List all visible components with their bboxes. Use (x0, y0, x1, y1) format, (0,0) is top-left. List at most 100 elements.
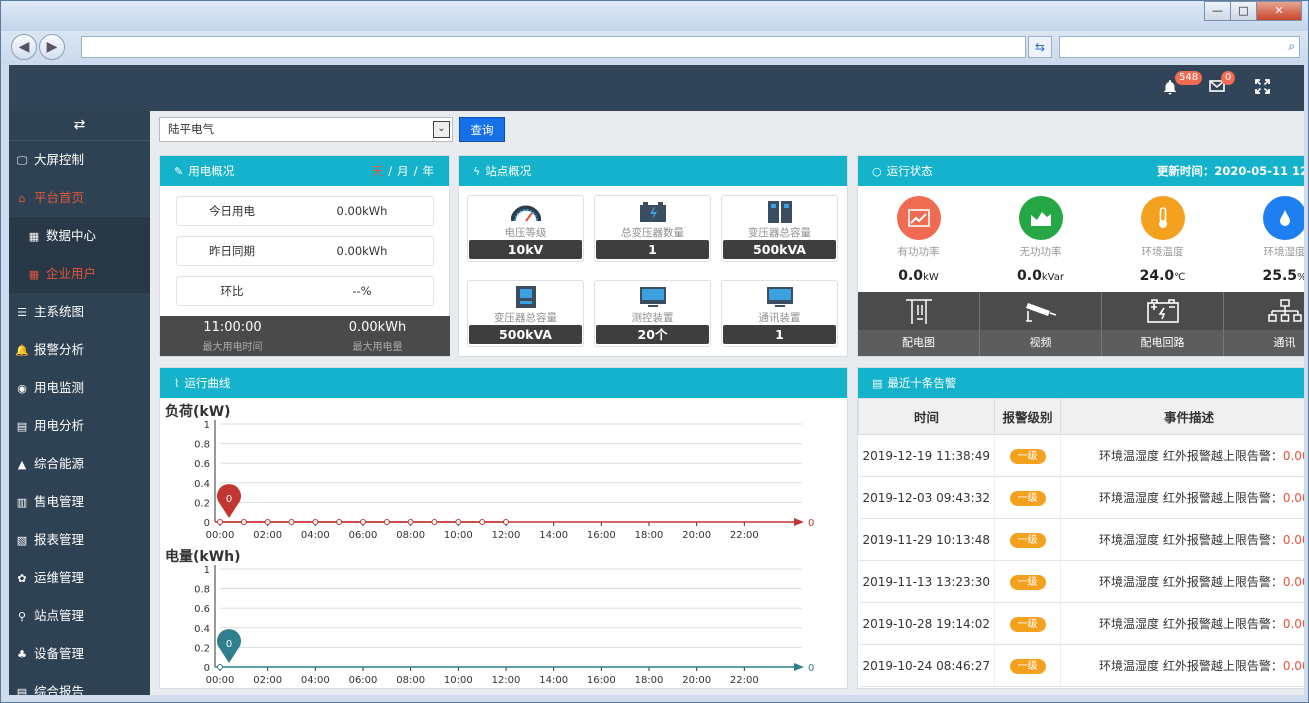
sidebar-item-sales[interactable]: ▥ 售电管理 (9, 483, 150, 521)
sidebar-item-power-monitor[interactable]: ◉ 用电监测 (9, 369, 150, 407)
max-marker-label: 0 (226, 494, 232, 505)
alarm-panel: ▤ 最近十条告警 时间 报警级别 事件描述 2019-12-19 11:38:49… (857, 367, 1304, 689)
sidebar-item-data-center[interactable]: ▦ 数据中心 (9, 217, 150, 255)
alarm-time: 2019-10-28 19:14:02 (858, 602, 995, 645)
table-row[interactable]: 2019-10-24 08:46:27 一级 环境温湿度 红外报警越上限告警：0.0… (858, 644, 1304, 687)
x-tick-label: 22:00 (730, 530, 759, 541)
cabinet-icon (722, 199, 837, 224)
alarm-level: 一级 (994, 518, 1061, 561)
gear-icon: ✿ (17, 572, 27, 585)
usage-row-yesterday: 昨日同期 0.00kWh (176, 236, 434, 266)
x-tick-label: 02:00 (253, 530, 282, 541)
table-row[interactable]: 2019-10-28 19:14:02 一级 环境温湿度 红外报警越上限告警：0.0… (858, 602, 1304, 645)
sidebar-item-label: 报警分析 (34, 342, 85, 357)
sidebar-item-sites[interactable]: ⚲ 站点管理 (9, 597, 150, 635)
grid-icon: ▦ (28, 268, 40, 281)
curve-chart: 负荷(kW) 0 0.2 0.4 0.6 0.8 1 00:00 02:00 04:00 06:00… (165, 403, 814, 686)
axis-arrow (794, 663, 804, 671)
max-usage-value: 0.00kWh (348, 320, 407, 335)
data-point (479, 519, 486, 525)
close-button[interactable]: ✕ (1256, 1, 1302, 21)
forward-icon: ▶ (46, 39, 58, 55)
sidebar-item-power-analysis[interactable]: ▤ 用电分析 (9, 407, 150, 445)
usage-row-label: 环比 (220, 284, 244, 298)
x-tick-label: 00:00 (206, 675, 235, 686)
data-point (312, 519, 319, 525)
minimize-button[interactable]: — (1204, 1, 1231, 21)
table-row[interactable]: 2019-12-19 11:38:49 一级 环境温湿度 红外报警越上限告警：0.0… (858, 434, 1304, 477)
flask-icon: ▲ (17, 458, 27, 471)
power-pole-icon (858, 292, 979, 330)
sidebar-item-enterprise-users[interactable]: ▦ 企业用户 (9, 255, 150, 293)
search-icon[interactable]: ⌕ (1288, 39, 1295, 54)
site-item-value: 10kV (469, 240, 582, 259)
x-tick-label: 22:00 (730, 675, 759, 686)
communication-button[interactable]: 通讯 (1224, 292, 1304, 356)
eye-icon: ◉ (17, 382, 27, 395)
site-item-value: 500kVA (723, 240, 836, 259)
data-point (431, 519, 438, 525)
distribution-diagram-button[interactable]: 配电图 (858, 292, 980, 356)
query-button[interactable]: 查询 (459, 117, 505, 142)
tab-year[interactable]: 年 (423, 164, 435, 178)
table-row[interactable]: 2019-11-29 10:13:48 一级 环境温湿度 红外报警越上限告警：0.0… (858, 518, 1304, 561)
back-button[interactable]: ◀ (11, 34, 37, 60)
refresh-button[interactable]: ⇆ (1028, 36, 1052, 58)
x-tick-label: 08:00 (396, 675, 425, 686)
site-item-control-devices: 测控装置 20个 (594, 280, 711, 347)
table-row[interactable]: 2019-11-13 13:23:30 一级 环境温湿度 红外报警越上限告警：0.0… (858, 560, 1304, 603)
run-item-humidity: 环境湿度 25.5% (1232, 196, 1304, 284)
site-item-label: 总变压器数量 (621, 227, 684, 239)
fullscreen-icon[interactable] (1255, 79, 1270, 98)
site-item-comm-devices: 通讯装置 1 (721, 280, 838, 347)
trend-icon (896, 196, 941, 240)
alarm-level: 一级 (994, 560, 1061, 603)
forward-button[interactable]: ▶ (39, 34, 65, 60)
site-item-label: 变压器总容量 (494, 312, 557, 324)
data-point (407, 519, 414, 525)
browser-search-input[interactable]: ⌕ (1059, 36, 1300, 58)
sidebar-item-reports[interactable]: ▧ 报表管理 (9, 521, 150, 559)
line-chart-icon: ⌇ (174, 377, 180, 390)
run-item-reactive-power: 无功功率 0.0kVar (988, 196, 1093, 284)
alarm-time: 2019-11-13 13:23:30 (858, 560, 995, 603)
company-select[interactable]: 陆平电气 ⌄ (159, 117, 453, 142)
run-item-value: 0.0kW (898, 268, 939, 284)
data-point (217, 519, 223, 525)
data-point (264, 519, 271, 525)
sidebar-item-alarm-analysis[interactable]: 🔔 报警分析 (9, 331, 150, 369)
video-button[interactable]: 视频 (980, 292, 1102, 356)
maximize-button[interactable]: □ (1230, 1, 1257, 21)
x-tick-label: 20:00 (682, 530, 711, 541)
x-tick-label: 04:00 (301, 530, 330, 541)
site-panel: ϟ 站点概况 电压等级 10kV 总变压器数量 1 变压器总容量 500kVA (458, 155, 848, 357)
sidebar-item-label: 用电监测 (34, 380, 85, 395)
tab-month[interactable]: 月 (397, 164, 409, 178)
sidebar-item-screen-control[interactable]: 🖵 大屏控制 (9, 141, 150, 179)
data-point (288, 519, 295, 525)
sidebar-item-energy[interactable]: ▲ 综合能源 (9, 445, 150, 483)
sidebar-item-reports-summary[interactable]: ▤ 综合报告 (9, 673, 150, 695)
data-point (383, 519, 390, 525)
alarm-description: 环境温湿度 红外报警越上限告警：0.00 (1060, 560, 1304, 603)
chevron-down-icon[interactable]: ⌄ (433, 121, 450, 138)
table-row[interactable]: 2019-12-03 09:43:32 一级 环境温湿度 红外报警越上限告警：0.0… (858, 476, 1304, 519)
distribution-circuit-button[interactable]: 配电回路 (1102, 292, 1224, 356)
alarm-value: 0.00 (1282, 533, 1304, 547)
sidebar-item-devices[interactable]: ♣ 设备管理 (9, 635, 150, 673)
tab-day[interactable]: 天 (372, 164, 384, 178)
x-tick-label: 02:00 (253, 675, 282, 686)
alarm-value: 0.00 (1282, 575, 1304, 589)
sidebar-item-maintenance[interactable]: ✿ 运维管理 (9, 559, 150, 597)
x-tick-label: 08:00 (396, 530, 425, 541)
address-bar[interactable] (81, 36, 1026, 58)
sidebar-item-main-diagram[interactable]: ☰ 主系统图 (9, 293, 150, 331)
alarm-title: 最近十条告警 (887, 376, 957, 390)
level-badge: 一级 (1009, 616, 1046, 632)
building-icon: ▥ (16, 496, 28, 509)
sidebar-item-label: 售电管理 (34, 494, 85, 509)
sidebar-item-home[interactable]: ⌂ 平台首页 (9, 179, 150, 217)
sidebar-toggle-icon[interactable]: ⇄ (9, 111, 150, 141)
y-tick-label: 0.2 (194, 643, 210, 654)
alarm-value: 0.00 (1282, 491, 1304, 505)
